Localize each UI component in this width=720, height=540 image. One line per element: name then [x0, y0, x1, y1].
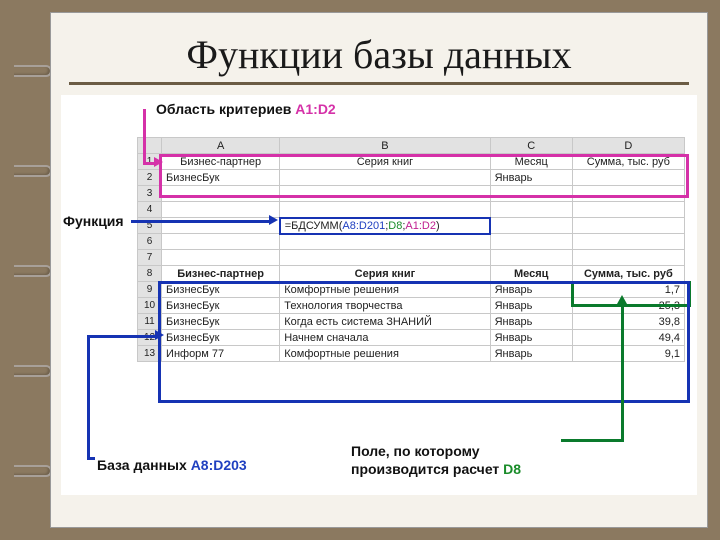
- field-header: Сумма, тыс. руб: [572, 266, 684, 282]
- formula-row: 5 =БДСУММ(A8:D201;D8;A1:D2): [138, 218, 685, 234]
- binder-ring-icon: [14, 363, 54, 377]
- binder-ring-icon: [14, 163, 54, 177]
- title-divider: [69, 82, 689, 85]
- field-label-line2: производится расчет D8: [351, 461, 521, 477]
- function-label: Функция: [63, 213, 124, 229]
- table-row: 9БизнесБукКомфортные решенияЯнварь1,7: [138, 282, 685, 298]
- diagram-area: Область критериев A1:D2 Функция База дан…: [61, 95, 697, 495]
- criteria-row-2: 2 БизнесБук Январь: [138, 170, 685, 186]
- table-row: 10БизнесБукТехнология творчестваЯнварь25…: [138, 298, 685, 314]
- table-row: 11БизнесБукКогда есть система ЗНАНИЙЯнва…: [138, 314, 685, 330]
- col-header: C: [490, 138, 572, 154]
- table-row: 12БизнесБукНачнем сначалаЯнварь49,4: [138, 330, 685, 346]
- slide-title: Функции базы данных: [51, 31, 707, 78]
- spreadsheet: A B C D 1 Бизнес-партнер Серия книг Меся…: [137, 137, 685, 362]
- criteria-label: Область критериев A1:D2: [156, 101, 336, 117]
- field-label-line1: Поле, по которому: [351, 443, 480, 459]
- formula-cell: =БДСУММ(A8:D201;D8;A1:D2): [280, 218, 490, 234]
- col-header: D: [572, 138, 684, 154]
- db-header-row: 8 Бизнес-партнер Серия книг Месяц Сумма,…: [138, 266, 685, 282]
- binder-ring-icon: [14, 463, 54, 477]
- sheet-corner: [138, 138, 162, 154]
- database-label: База данных A8:D203: [97, 457, 247, 473]
- col-header: B: [280, 138, 490, 154]
- binder-ring-icon: [14, 63, 54, 77]
- table-row: 13Информ 77Комфортные решенияЯнварь9,1: [138, 346, 685, 362]
- col-header: A: [162, 138, 280, 154]
- criteria-row-1: 1 Бизнес-партнер Серия книг Месяц Сумма,…: [138, 154, 685, 170]
- binder-ring-icon: [14, 263, 54, 277]
